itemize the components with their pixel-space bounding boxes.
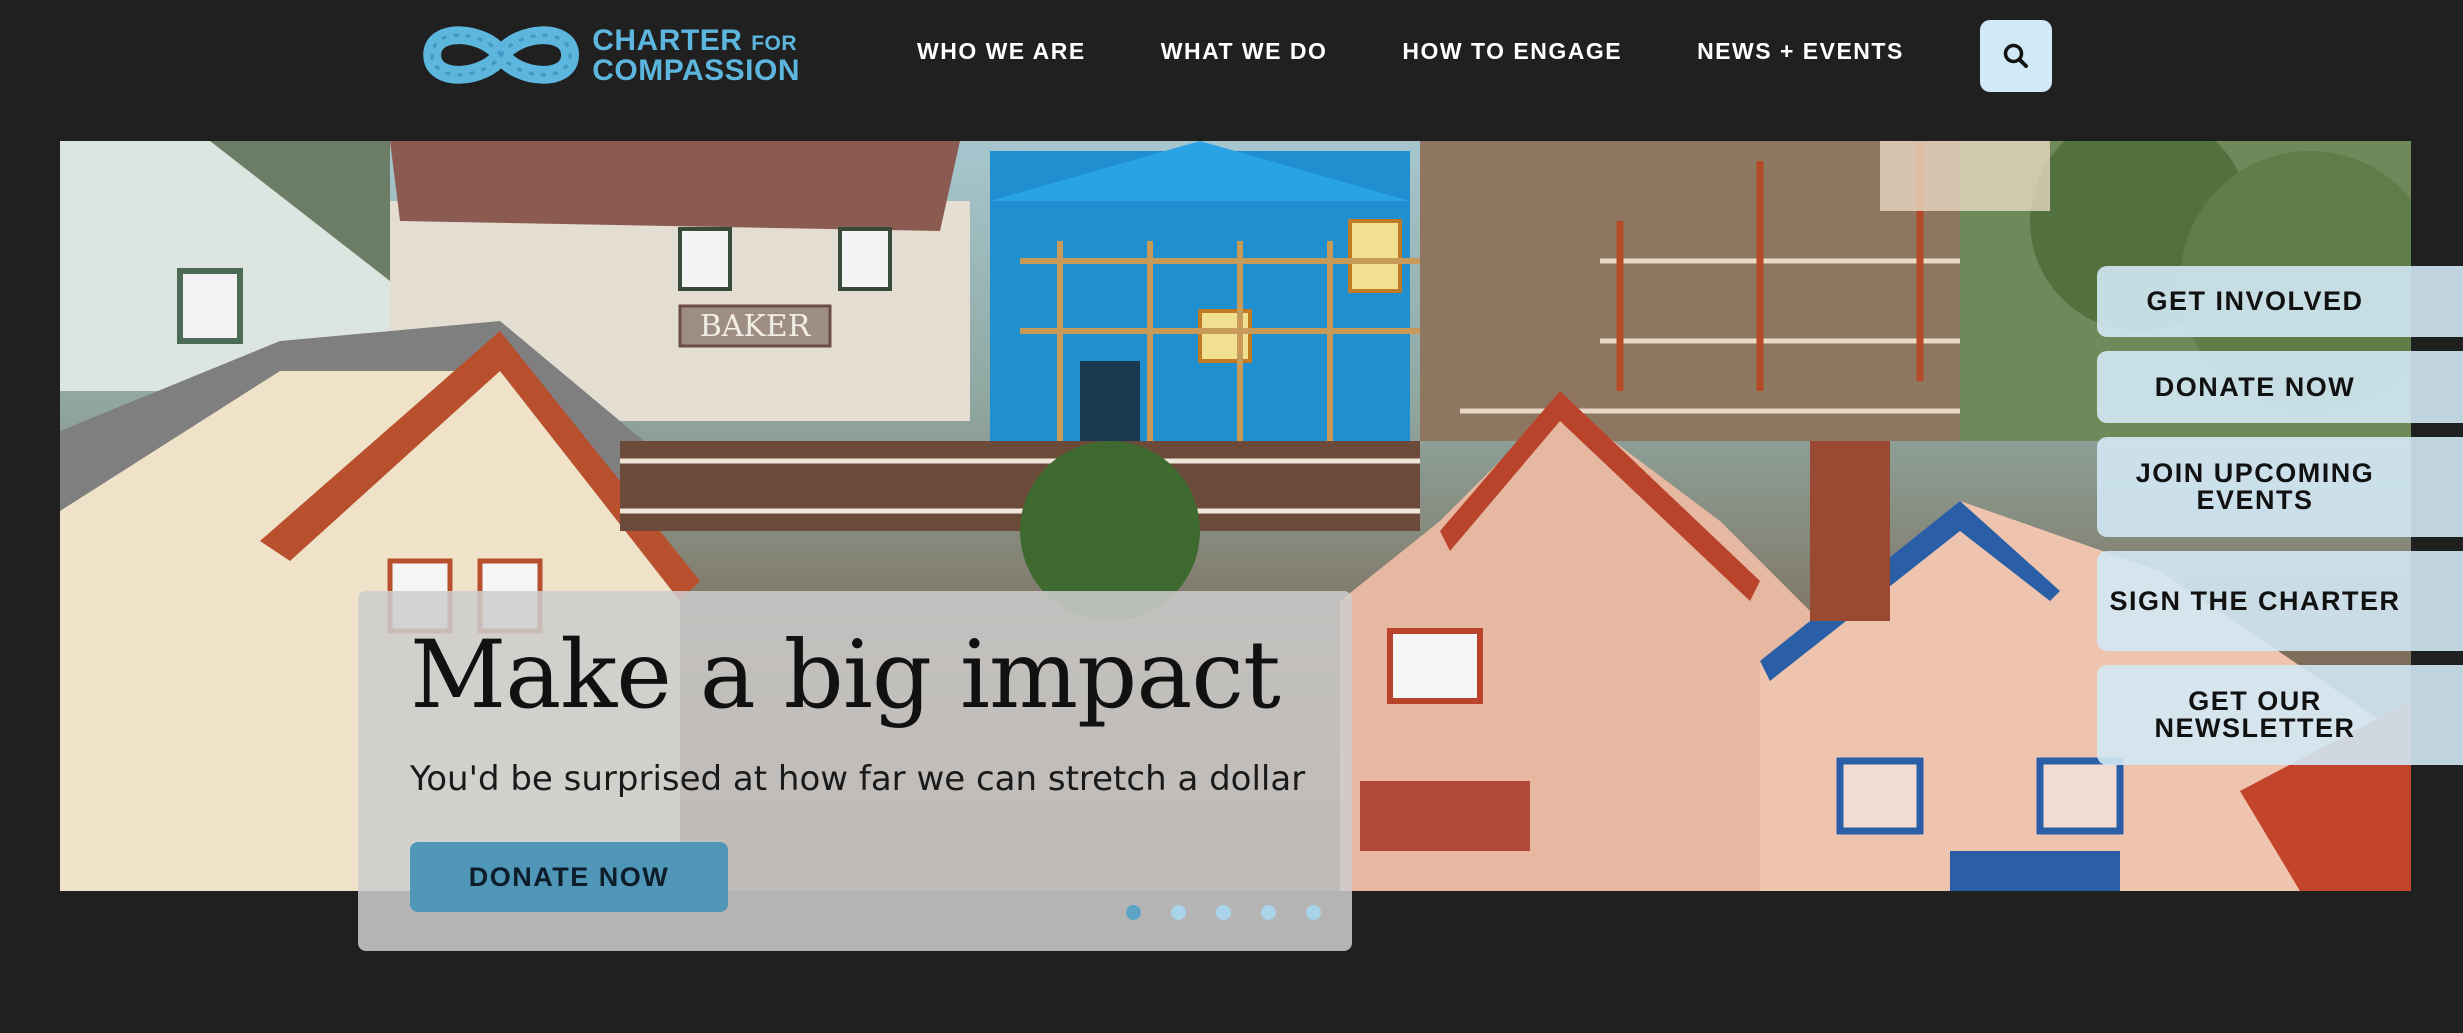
baker-sign: BAKER [700,309,812,344]
logo-wordmark: CHARTER FOR COMPASSION [592,23,800,87]
logo-line1: CHARTER [592,23,743,57]
nav-how-to-engage[interactable]: HOW TO ENGAGE [1402,38,1622,65]
search-icon [2003,43,2028,68]
logo-line2: COMPASSION [592,53,800,87]
slider-dot-3[interactable] [1216,905,1231,920]
side-actions: GET INVOLVED DONATE NOW JOIN UPCOMING EV… [2097,266,2463,779]
logo-line1-small: FOR [751,31,798,55]
side-newsletter-button[interactable]: GET OUR NEWSLETTER [2097,665,2463,765]
slider-dot-4[interactable] [1261,905,1276,920]
side-get-involved-button[interactable]: GET INVOLVED [2097,266,2463,337]
hero-card: Make a big impact You'd be surprised at … [358,591,1352,951]
site-logo[interactable]: CHARTER FOR COMPASSION [420,10,800,100]
slider-dot-1[interactable] [1126,905,1141,920]
side-sign-charter-button[interactable]: SIGN THE CHARTER [2097,551,2463,651]
nav-news-events[interactable]: NEWS + EVENTS [1697,38,1904,65]
side-join-events-button[interactable]: JOIN UPCOMING EVENTS [2097,437,2463,537]
slider-dot-2[interactable] [1171,905,1186,920]
side-donate-now-button[interactable]: DONATE NOW [2097,351,2463,423]
nav-who-we-are[interactable]: WHO WE ARE [917,38,1086,65]
search-button[interactable] [1980,20,2052,92]
hero-title: Make a big impact [410,621,1281,730]
main-nav: WHO WE ARE WHAT WE DO HOW TO ENGAGE NEWS… [917,38,1979,65]
nav-what-we-do[interactable]: WHAT WE DO [1161,38,1328,65]
hero-donate-button[interactable]: DONATE NOW [410,842,728,912]
infinity-logo-icon [423,26,579,84]
slider-dots [1126,905,1321,920]
slider-dot-5[interactable] [1306,905,1321,920]
hero-subtitle: You'd be surprised at how far we can str… [410,759,1306,799]
